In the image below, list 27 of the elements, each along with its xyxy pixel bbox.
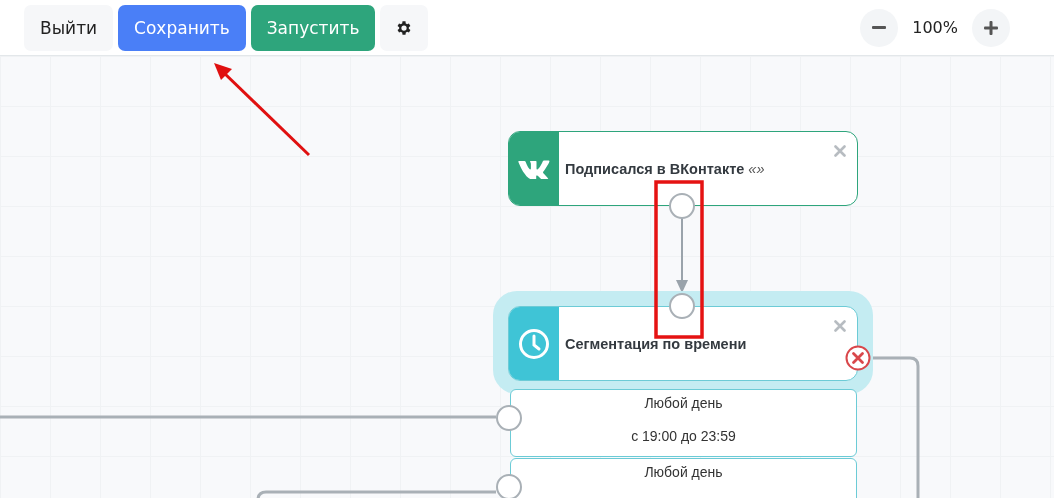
exit-button[interactable]: Выйти [24, 4, 114, 51]
node-card[interactable]: Сегментация по времени [508, 306, 858, 381]
delete-icon[interactable] [845, 345, 871, 371]
zoom-out-button[interactable] [860, 8, 899, 47]
connection-port[interactable] [496, 474, 522, 498]
node-title: Подписался в ВКонтакте «» [565, 160, 765, 177]
option-text: с 19:00 до 23:59 [631, 428, 736, 444]
vk-logo-icon [518, 158, 550, 179]
node-title: Сегментация по времени [565, 335, 747, 352]
clock-icon [518, 327, 550, 360]
connection-port[interactable] [669, 193, 695, 219]
connection-port[interactable] [496, 405, 522, 431]
zoom-level: 100% [912, 18, 958, 37]
settings-button[interactable] [380, 4, 429, 51]
branch-option[interactable]: Любой день [510, 458, 857, 498]
zoom-in-button[interactable] [972, 8, 1010, 47]
option-text: Любой день [644, 395, 723, 411]
close-icon [834, 320, 846, 332]
plus-icon [983, 19, 999, 36]
node-card[interactable]: Подписался в ВКонтакте «» [508, 131, 858, 206]
branch-option[interactable]: Любой день с 19:00 до 23:59 [510, 389, 857, 457]
option-text: Любой день [644, 464, 723, 480]
close-button[interactable] [833, 144, 847, 158]
close-button[interactable] [833, 319, 847, 333]
minus-icon [872, 26, 887, 29]
save-button[interactable]: Сохранить [118, 4, 246, 51]
close-icon [834, 145, 846, 157]
